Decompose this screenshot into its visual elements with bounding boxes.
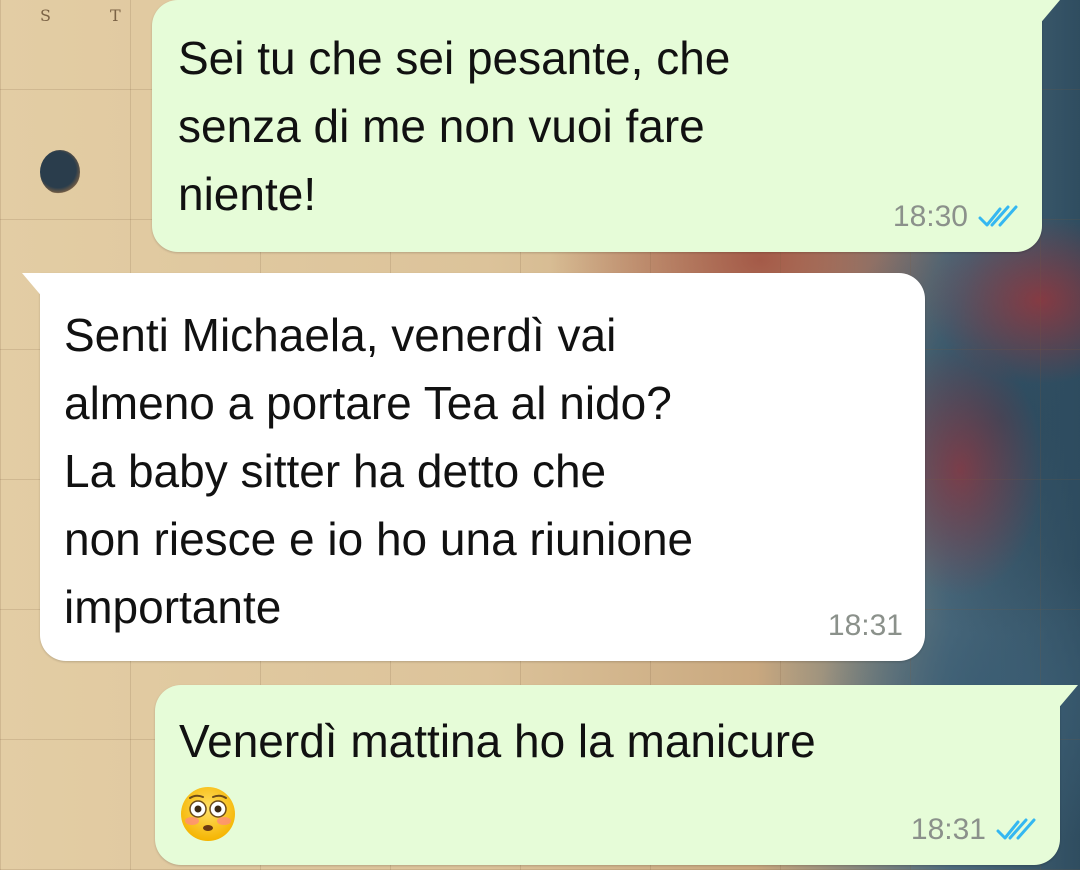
- wallpaper-decoration: [40, 150, 80, 194]
- wallpaper-letter: S: [40, 6, 51, 25]
- double-check-read-icon: [978, 205, 1018, 227]
- incoming-message-bubble[interactable]: Senti Michaela, venerdì vai almeno a por…: [22, 273, 925, 661]
- message-meta: 18:31: [911, 813, 1038, 847]
- message-text: Senti Michaela, venerdì vai almeno a por…: [64, 309, 694, 633]
- flushed-face-emoji-icon: [181, 787, 235, 841]
- message-timestamp: 18:30: [892, 200, 968, 233]
- double-check-read-icon: [996, 818, 1036, 840]
- wallpaper-letter: T: [110, 6, 121, 25]
- message-timestamp: 18:31: [910, 813, 986, 846]
- message-meta: 18:30: [893, 200, 1020, 234]
- outgoing-message-bubble[interactable]: Venerdì mattina ho la manicure 18:31: [155, 685, 1078, 865]
- message-timestamp: 18:31: [827, 609, 903, 642]
- message-text: Sei tu che sei pesante, che senza di me …: [178, 32, 731, 220]
- outgoing-message-bubble[interactable]: Sei tu che sei pesante, che senza di me …: [152, 0, 1060, 252]
- bubble-tail: [22, 273, 44, 299]
- bubble-tail: [1038, 0, 1060, 26]
- emoji-row: [179, 785, 237, 848]
- bubble-tail: [1056, 685, 1078, 711]
- message-text: Venerdì mattina ho la manicure: [179, 715, 816, 767]
- message-meta: 18:31: [828, 609, 903, 643]
